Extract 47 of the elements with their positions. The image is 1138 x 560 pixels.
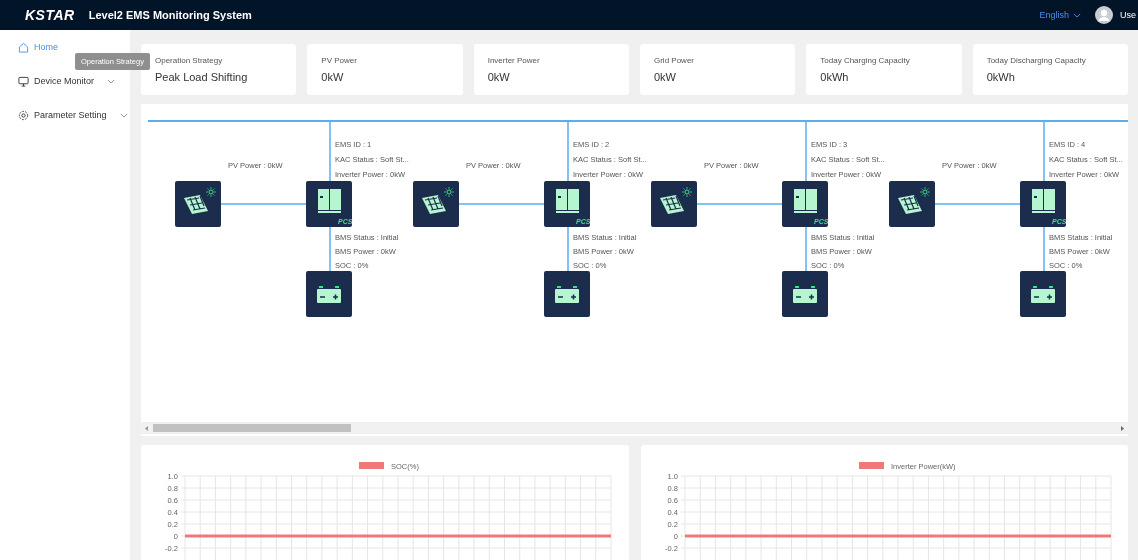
language-dropdown[interactable]: English — [1039, 10, 1081, 20]
solar-panel-node[interactable] — [651, 181, 697, 227]
stat-value: 0kW — [321, 71, 344, 83]
stat-label: Grid Power — [654, 56, 694, 65]
stat-value: 0kWh — [820, 71, 849, 83]
user-name[interactable]: Use — [1120, 10, 1136, 20]
stat-label: PV Power — [321, 56, 357, 65]
logo: KSTAR — [25, 7, 75, 23]
battery-node[interactable] — [782, 271, 828, 317]
pcs-node[interactable] — [306, 181, 352, 227]
connector-line — [805, 226, 807, 272]
stat-value: 0kW — [654, 71, 676, 83]
connector-line — [1043, 226, 1045, 272]
stat-value: 0kWh — [986, 71, 1015, 83]
legend-swatch — [858, 462, 884, 469]
connector-line — [329, 120, 331, 182]
scroll-right-icon[interactable] — [1120, 425, 1124, 431]
battery-node[interactable] — [1020, 271, 1066, 317]
avatar-icon[interactable] — [1095, 6, 1113, 24]
sidebar-item[interactable]: Parameter Setting — [0, 110, 130, 144]
pcs-node[interactable] — [782, 181, 828, 227]
monitor-icon — [18, 76, 29, 87]
connector-line — [567, 226, 569, 272]
app-title: Level2 EMS Monitoring System — [88, 9, 252, 21]
battery-node[interactable] — [306, 271, 352, 317]
solar-panel-node[interactable] — [413, 181, 459, 227]
stat-value: 0kW — [487, 71, 510, 83]
solar-panel-node[interactable] — [889, 181, 935, 227]
connector-line — [567, 120, 569, 182]
battery-node[interactable] — [544, 271, 590, 317]
solar-panel-node[interactable] — [175, 181, 221, 227]
legend-swatch — [359, 462, 384, 469]
connector-line — [805, 120, 807, 182]
stat-label: Today Discharging Capacity — [986, 56, 1086, 65]
chevron-icon — [1073, 12, 1081, 18]
stat-label: Operation Strategy — [155, 56, 223, 65]
settings-icon — [18, 110, 29, 121]
stat-label: Inverter Power — [487, 56, 540, 65]
scrollbar-thumb[interactable] — [153, 424, 351, 432]
stat-value: Peak Load Shifting — [155, 71, 248, 83]
sidebar-item[interactable]: Device Monitor — [0, 76, 130, 110]
pcs-node[interactable] — [1020, 181, 1066, 227]
connector-line — [1043, 120, 1045, 182]
stat-label: Today Charging Capacity — [820, 56, 910, 65]
pcs-node[interactable] — [544, 181, 590, 227]
home-icon — [18, 42, 29, 53]
connector-line — [329, 226, 331, 272]
